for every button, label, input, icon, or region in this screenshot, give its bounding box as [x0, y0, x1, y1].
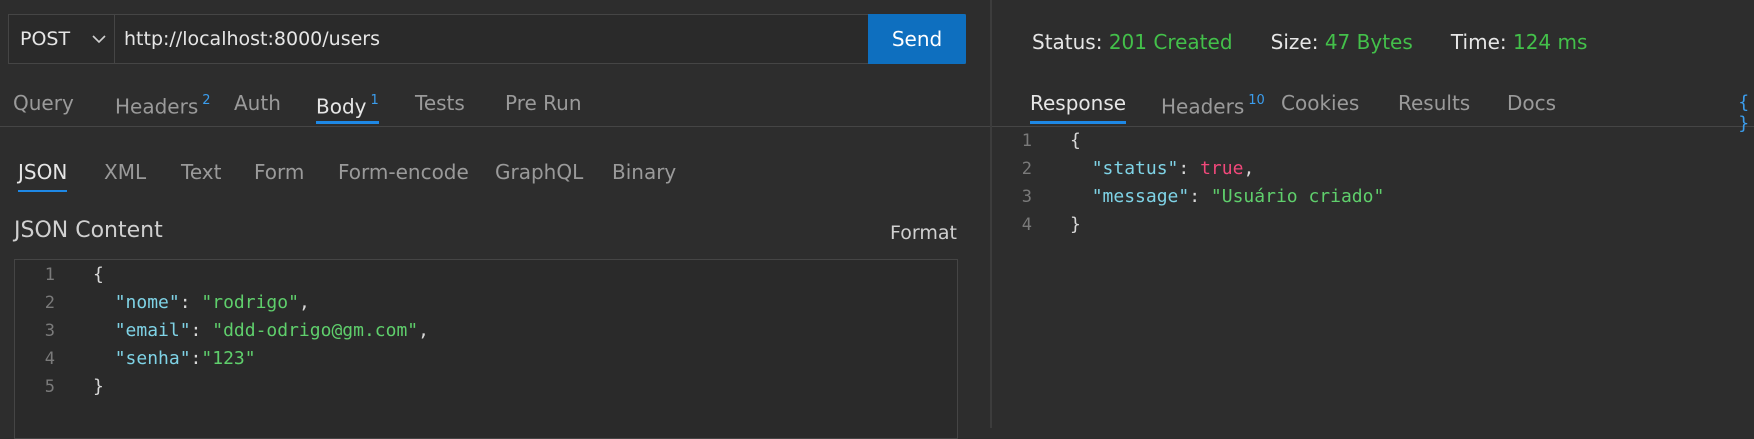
json-punctuation: } — [1070, 214, 1081, 235]
response-tabs: Response Headers 10 Cookies Results Docs — [992, 88, 1754, 127]
size-value: 47 Bytes — [1324, 30, 1413, 54]
response-body: 1 {2 "status": true, 3 "message": "Usuário… — [992, 127, 1754, 427]
code-line: } — [93, 373, 104, 401]
json-punctuation: { — [93, 264, 104, 285]
subtab-form[interactable]: Form — [254, 158, 304, 192]
json-editor[interactable]: 1 {2 "nome": "rodrigo", 3 "email": "ddd-od… — [14, 259, 958, 439]
subtab-text[interactable]: Text — [181, 158, 221, 192]
json-string: "rodrigo" — [201, 292, 299, 313]
json-punctuation: , — [298, 292, 310, 313]
tab-docs[interactable]: Docs — [1507, 88, 1556, 124]
json-string: "Usuário criado" — [1210, 186, 1385, 207]
code-line: { — [93, 261, 104, 289]
json-punctuation: : — [190, 348, 202, 369]
tab-query[interactable]: Query — [13, 88, 74, 124]
method-select[interactable]: POST — [9, 15, 115, 63]
code-line: "email": "ddd-odrigo@gm.com", — [93, 317, 429, 345]
subtab-json[interactable]: JSON — [18, 158, 68, 192]
json-punctuation: : — [190, 320, 213, 341]
time-value: 124 ms — [1512, 30, 1588, 54]
json-key: "message" — [1091, 186, 1190, 207]
json-key: "nome" — [114, 292, 180, 313]
json-punctuation — [93, 348, 115, 369]
body-type-tabs: JSON XML Text Form Form-encode GraphQL B… — [0, 158, 990, 192]
size-label: Size: — [1270, 30, 1319, 54]
tab-response[interactable]: Response — [1030, 88, 1127, 124]
method-value: POST — [20, 28, 71, 50]
code-line: } — [1070, 211, 1081, 239]
subtab-xml[interactable]: XML — [104, 158, 146, 192]
url-bar: POST http://localhost:8000/users — [8, 14, 966, 64]
code-line: "status": true, — [1070, 155, 1255, 183]
line-number: 2 — [1021, 159, 1032, 179]
subtab-form-encode[interactable]: Form-encode — [338, 158, 469, 192]
json-punctuation — [93, 320, 115, 341]
json-punctuation: } — [93, 376, 104, 397]
json-punctuation: , — [1243, 158, 1255, 179]
response-panel: Status: 201 Created Size: 47 Bytes Time:… — [992, 0, 1754, 428]
json-key: "email" — [114, 320, 191, 341]
json-punctuation — [93, 292, 115, 313]
response-headers-count-badge: 10 — [1248, 93, 1265, 108]
json-key: "senha" — [114, 348, 191, 369]
json-content-title: JSON Content — [14, 218, 163, 243]
chevron-down-icon — [92, 35, 106, 44]
tab-cookies[interactable]: Cookies — [1281, 88, 1359, 124]
tab-results[interactable]: Results — [1398, 88, 1470, 124]
code-line: "message": "Usuário criado" — [1070, 183, 1385, 211]
line-number: 3 — [44, 321, 55, 341]
json-punctuation — [1070, 158, 1092, 179]
json-boolean: true — [1200, 158, 1244, 179]
json-punctuation: : — [179, 292, 202, 313]
json-string: "123" — [201, 348, 256, 369]
subtab-binary[interactable]: Binary — [612, 158, 676, 192]
tab-body[interactable]: Body 1 — [316, 88, 379, 124]
tab-tests[interactable]: Tests — [415, 88, 465, 124]
line-number: 5 — [44, 377, 55, 397]
tab-auth[interactable]: Auth — [234, 88, 281, 124]
json-punctuation: : — [1189, 186, 1211, 207]
json-key: "status" — [1091, 158, 1179, 179]
line-number: 2 — [44, 293, 55, 313]
tab-response-headers[interactable]: Headers 10 — [1161, 88, 1265, 124]
code-line: "senha":"123" — [93, 345, 256, 373]
line-number: 1 — [44, 265, 55, 285]
code-line: "nome": "rodrigo", — [93, 289, 310, 317]
line-number: 4 — [1021, 215, 1032, 235]
url-input[interactable]: http://localhost:8000/users — [124, 15, 380, 63]
status-label: Status: — [1032, 30, 1103, 54]
json-punctuation: , — [418, 320, 429, 341]
code-line: { — [1070, 127, 1081, 155]
json-punctuation: { — [1070, 130, 1081, 151]
json-punctuation: : — [1178, 158, 1201, 179]
line-number: 1 — [1021, 131, 1032, 151]
line-number: 4 — [44, 349, 55, 369]
response-status-bar: Status: 201 Created Size: 47 Bytes Time:… — [1032, 28, 1587, 56]
json-punctuation — [1070, 186, 1092, 207]
headers-count-badge: 2 — [202, 93, 211, 108]
format-button[interactable]: Format — [890, 222, 957, 244]
send-button[interactable]: Send — [868, 14, 966, 64]
json-string: "ddd-odrigo@gm.com" — [212, 320, 419, 341]
subtab-graphql[interactable]: GraphQL — [495, 158, 583, 192]
tab-pre-run[interactable]: Pre Run — [505, 88, 582, 124]
request-tabs: Query Headers 2 Auth Body 1 Tests Pre Run — [0, 88, 990, 127]
request-panel: POST http://localhost:8000/users Send Qu… — [0, 0, 990, 439]
body-count-badge: 1 — [370, 93, 379, 108]
line-number: 3 — [1021, 187, 1032, 207]
time-label: Time: — [1450, 30, 1507, 54]
status-value: 201 Created — [1108, 30, 1233, 54]
tab-headers[interactable]: Headers 2 — [115, 88, 211, 124]
